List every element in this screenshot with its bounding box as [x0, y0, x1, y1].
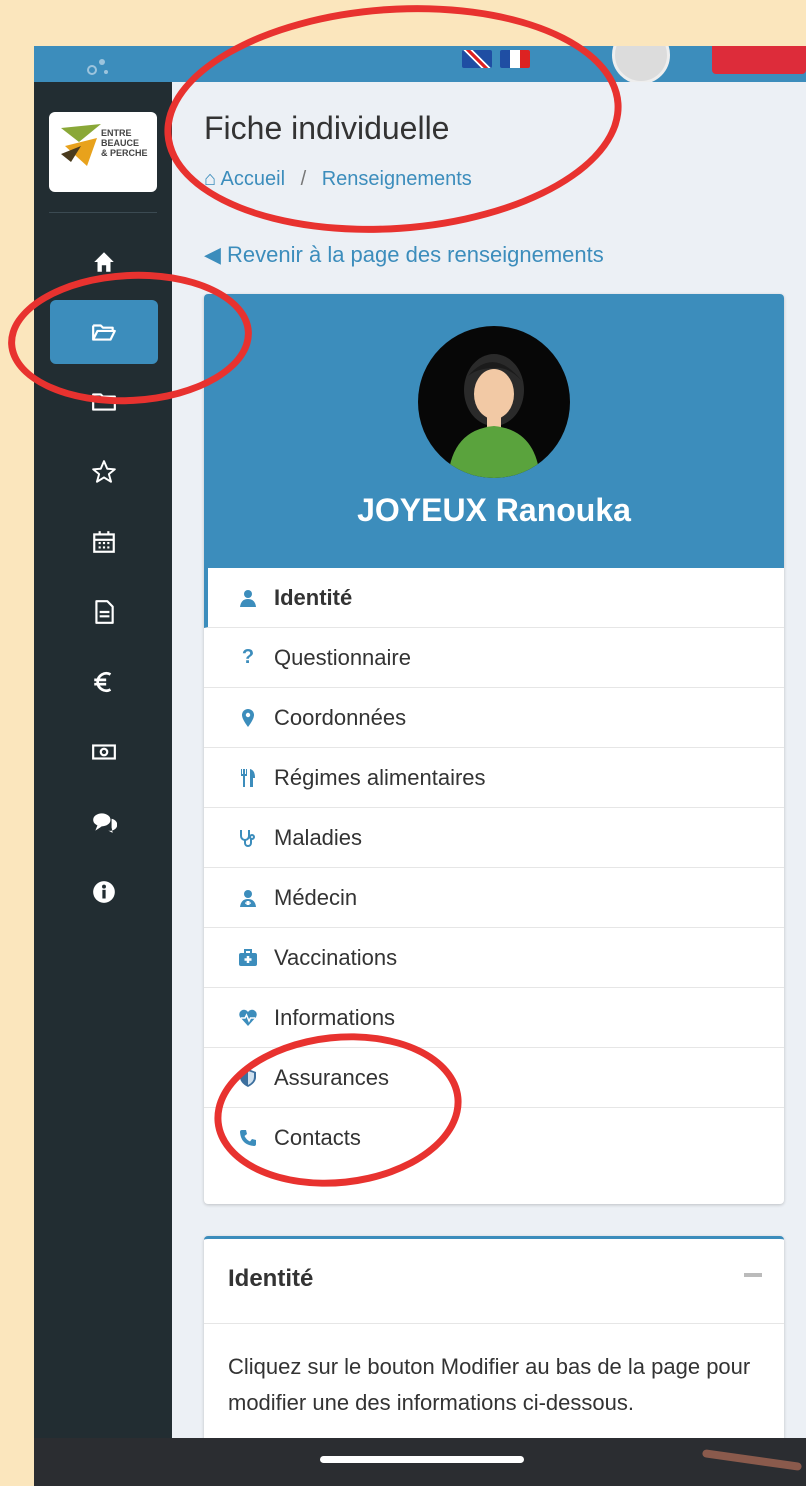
document-icon — [95, 600, 114, 624]
user-icon — [236, 586, 260, 610]
sidebar: ENTRE BEAUCE & PERCHE — [34, 82, 172, 1486]
folder-open-icon — [92, 324, 116, 341]
sidebar-item-payments[interactable] — [50, 720, 158, 784]
sidebar-item-info[interactable] — [50, 860, 158, 924]
menu-label: Régimes alimentaires — [274, 764, 486, 790]
brand-name: ENTRE BEAUCE & PERCHE — [101, 128, 148, 158]
question-icon: ? — [241, 646, 255, 668]
stethoscope-icon — [236, 826, 260, 850]
menu-label: Identité — [274, 584, 353, 610]
menu-item-vaccinations[interactable]: Vaccinations — [204, 928, 784, 988]
identity-box-text: Cliquez sur le bouton Modifier au bas de… — [228, 1354, 751, 1415]
menu-label: Contacts — [274, 1125, 361, 1150]
home-indicator[interactable] — [320, 1456, 524, 1463]
menu-item-contacts[interactable]: Contacts — [204, 1108, 784, 1168]
page-title: Fiche individuelle — [204, 110, 450, 146]
menu-label: Maladies — [274, 824, 363, 850]
collapse-button[interactable] — [744, 1273, 762, 1277]
breadcrumb-renseignements-link[interactable]: Renseignements — [322, 168, 472, 190]
menu-item-questionnaire[interactable]: ? Questionnaire — [204, 628, 784, 688]
menu-item-assurances[interactable]: Assurances — [204, 1048, 784, 1108]
sidebar-item-renseignements[interactable] — [50, 300, 158, 364]
sidebar-item-euro[interactable] — [50, 650, 158, 714]
menu-item-coordonnees[interactable]: Coordonnées — [204, 688, 784, 748]
uk-flag-icon[interactable] — [462, 50, 492, 68]
main-content: Fiche individuelle ⌂ Accueil / Renseigne… — [172, 82, 806, 1486]
comments-icon — [93, 813, 117, 833]
home-small-icon: ⌂ — [204, 168, 217, 190]
breadcrumb-home-link[interactable]: Accueil — [221, 168, 285, 190]
back-link[interactable]: ◀ Revenir à la page des renseignements — [204, 242, 604, 268]
back-link-label: Revenir à la page des renseignements — [227, 242, 604, 267]
medkit-icon — [236, 946, 260, 970]
profile-name: JOYEUX Ranouka — [357, 492, 631, 528]
top-navbar — [34, 46, 806, 84]
sidebar-divider — [49, 212, 157, 213]
sidebar-item-calendar[interactable] — [50, 510, 158, 574]
home-icon — [94, 252, 114, 272]
profile-header: JOYEUX Ranouka — [204, 294, 784, 568]
shield-icon — [236, 1066, 260, 1090]
sidebar-item-messages[interactable] — [50, 790, 158, 854]
sidebar-item-home[interactable] — [50, 230, 158, 294]
logout-button[interactable] — [712, 46, 806, 74]
brand-logo[interactable]: ENTRE BEAUCE & PERCHE — [49, 112, 157, 192]
menu-label: Questionnaire — [274, 644, 411, 670]
breadcrumb-separator: / — [300, 168, 307, 190]
sidebar-item-favorites[interactable] — [50, 440, 158, 504]
identity-box-title: Identité — [228, 1265, 314, 1292]
info-icon — [93, 881, 115, 903]
star-icon — [92, 460, 116, 483]
folder-icon — [92, 393, 116, 411]
menu-label: Informations — [274, 1004, 396, 1030]
menu-item-medecin[interactable]: Médecin — [204, 868, 784, 928]
brand-shape-icon — [61, 124, 101, 166]
menu-item-identite[interactable]: Identité — [204, 568, 784, 628]
profile-card: JOYEUX Ranouka Identité ? Questionnaire … — [204, 294, 784, 1204]
heartbeat-icon — [236, 1006, 260, 1030]
person-avatar-icon — [448, 354, 540, 478]
menu-item-regimes[interactable]: Régimes alimentaires — [204, 748, 784, 808]
profile-menu: Identité ? Questionnaire Coordonnées Rég… — [204, 568, 784, 1168]
menu-label: Coordonnées — [274, 704, 407, 730]
calendar-icon — [93, 531, 115, 553]
menu-label: Vaccinations — [274, 944, 398, 970]
menu-label: Médecin — [274, 884, 358, 910]
map-marker-icon — [236, 706, 260, 730]
sidebar-item-folder[interactable] — [50, 370, 158, 434]
fr-flag-icon[interactable] — [500, 50, 530, 68]
money-icon — [92, 744, 116, 760]
arrow-circle-left-icon: ◀ — [204, 242, 221, 267]
menu-label: Assurances — [274, 1064, 389, 1090]
phone-screen: ENTRE BEAUCE & PERCHE Fiche individuelle… — [34, 46, 806, 1486]
system-navigation-bar — [34, 1438, 806, 1486]
cutlery-icon — [236, 766, 260, 790]
sidebar-item-documents[interactable] — [50, 580, 158, 644]
user-avatar[interactable] — [612, 46, 670, 84]
doctor-icon — [236, 886, 260, 910]
profile-photo — [418, 326, 570, 478]
phone-icon — [236, 1126, 260, 1150]
menu-item-maladies[interactable]: Maladies — [204, 808, 784, 868]
breadcrumb: ⌂ Accueil / Renseignements — [204, 168, 472, 191]
euro-icon — [94, 671, 112, 693]
identity-box-divider — [204, 1323, 784, 1324]
menu-item-informations[interactable]: Informations — [204, 988, 784, 1048]
app-logo-icon[interactable] — [86, 52, 110, 76]
